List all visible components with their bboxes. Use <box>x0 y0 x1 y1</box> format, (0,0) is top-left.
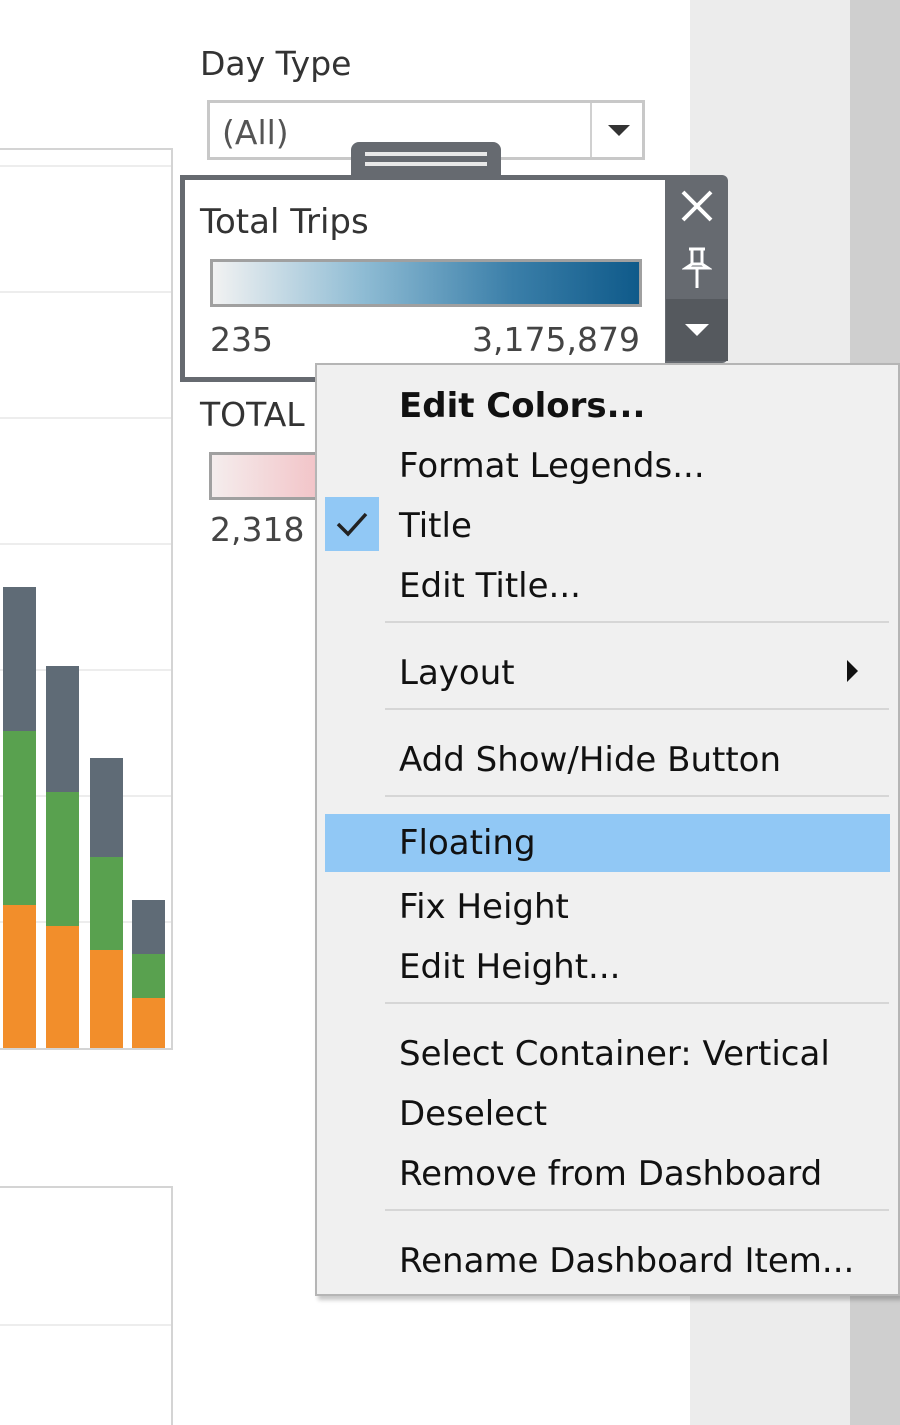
lower-viz-panel <box>0 1186 173 1425</box>
bar-segment[interactable] <box>46 792 79 926</box>
gridline <box>0 165 171 167</box>
menu-item-label: Remove from Dashboard <box>399 1154 823 1194</box>
menu-item-label: Add Show/Hide Button <box>399 740 782 780</box>
check-icon <box>325 497 379 551</box>
gridline <box>0 543 171 545</box>
menu-item-edit-height[interactable]: Edit Height... <box>325 938 890 996</box>
bar-segment[interactable] <box>132 954 165 998</box>
menu-item-rename-dashboard-item[interactable]: Rename Dashboard Item... <box>325 1232 890 1290</box>
menu-item-fix-height[interactable]: Fix Height <box>325 878 890 936</box>
bar-segment[interactable] <box>3 731 36 905</box>
legend-toolbar <box>666 175 728 363</box>
legend-min-value: 2,318 <box>210 510 305 549</box>
menu-item-label: Edit Colors... <box>399 386 646 426</box>
stacked-bar-chart <box>0 165 171 1048</box>
menu-item-label: Format Legends... <box>399 446 705 486</box>
menu-item-label: Edit Title... <box>399 566 581 606</box>
menu-separator <box>385 795 889 797</box>
submenu-arrow-icon <box>847 660 858 682</box>
menu-item-layout[interactable]: Layout <box>325 644 890 702</box>
menu-item-remove-from-dashboard[interactable]: Remove from Dashboard <box>325 1145 890 1203</box>
legend-title: Total Trips <box>200 202 369 242</box>
menu-item-label: Fix Height <box>399 887 569 927</box>
legend-context-menu: Edit Colors... Format Legends... Title E… <box>315 363 900 1296</box>
legend-menu-button[interactable] <box>666 299 728 361</box>
grip-line <box>365 162 487 166</box>
menu-item-floating[interactable]: Floating <box>325 814 890 872</box>
legend-min-value: 235 <box>210 320 273 359</box>
bar-segment[interactable] <box>3 905 36 1048</box>
menu-item-format-legends[interactable]: Format Legends... <box>325 437 890 495</box>
dropdown-divider <box>590 103 592 157</box>
dropdown-arrow-icon <box>685 324 709 336</box>
chevron-down-icon[interactable] <box>608 125 630 136</box>
menu-item-label: Deselect <box>399 1094 548 1134</box>
total-trips-legend[interactable]: Total Trips 235 3,175,879 <box>180 175 670 382</box>
filter-title: Day Type <box>200 44 352 83</box>
dropdown-selected-value: (All) <box>222 113 289 152</box>
bar-segment[interactable] <box>132 900 165 954</box>
gridline <box>0 417 171 419</box>
bar-segment[interactable] <box>46 666 79 792</box>
menu-item-label: Layout <box>399 653 515 693</box>
menu-item-label: Title <box>399 506 472 546</box>
bar-segment[interactable] <box>90 950 123 1048</box>
legend-max-value: 3,175,879 <box>472 320 640 359</box>
close-icon[interactable] <box>666 175 728 237</box>
menu-separator <box>385 1002 889 1004</box>
menu-item-edit-title[interactable]: Edit Title... <box>325 557 890 615</box>
menu-item-label: Select Container: Vertical <box>399 1034 830 1074</box>
menu-separator <box>385 708 889 710</box>
menu-item-label: Edit Height... <box>399 947 621 987</box>
gridline <box>0 291 171 293</box>
menu-separator <box>385 1209 889 1211</box>
grip-line <box>365 152 487 156</box>
bar-segment[interactable] <box>3 587 36 731</box>
menu-item-edit-colors[interactable]: Edit Colors... <box>325 377 890 435</box>
menu-separator <box>385 621 889 623</box>
gridline <box>0 1324 171 1326</box>
bar-segment[interactable] <box>46 926 79 1048</box>
menu-item-add-show-hide-button[interactable]: Add Show/Hide Button <box>325 731 890 789</box>
menu-item-select-container[interactable]: Select Container: Vertical <box>325 1025 890 1083</box>
menu-item-deselect[interactable]: Deselect <box>325 1085 890 1143</box>
menu-item-label: Floating <box>399 823 536 863</box>
bar-chart-panel <box>0 148 173 1050</box>
legend-title: TOTAL <box>200 395 305 434</box>
menu-item-title[interactable]: Title <box>325 497 890 555</box>
bar-segment[interactable] <box>132 998 165 1048</box>
bar-segment[interactable] <box>90 857 123 950</box>
color-ramp <box>210 259 642 307</box>
pin-icon[interactable] <box>666 237 728 299</box>
menu-item-label: Rename Dashboard Item... <box>399 1241 855 1281</box>
bar-segment[interactable] <box>90 758 123 857</box>
